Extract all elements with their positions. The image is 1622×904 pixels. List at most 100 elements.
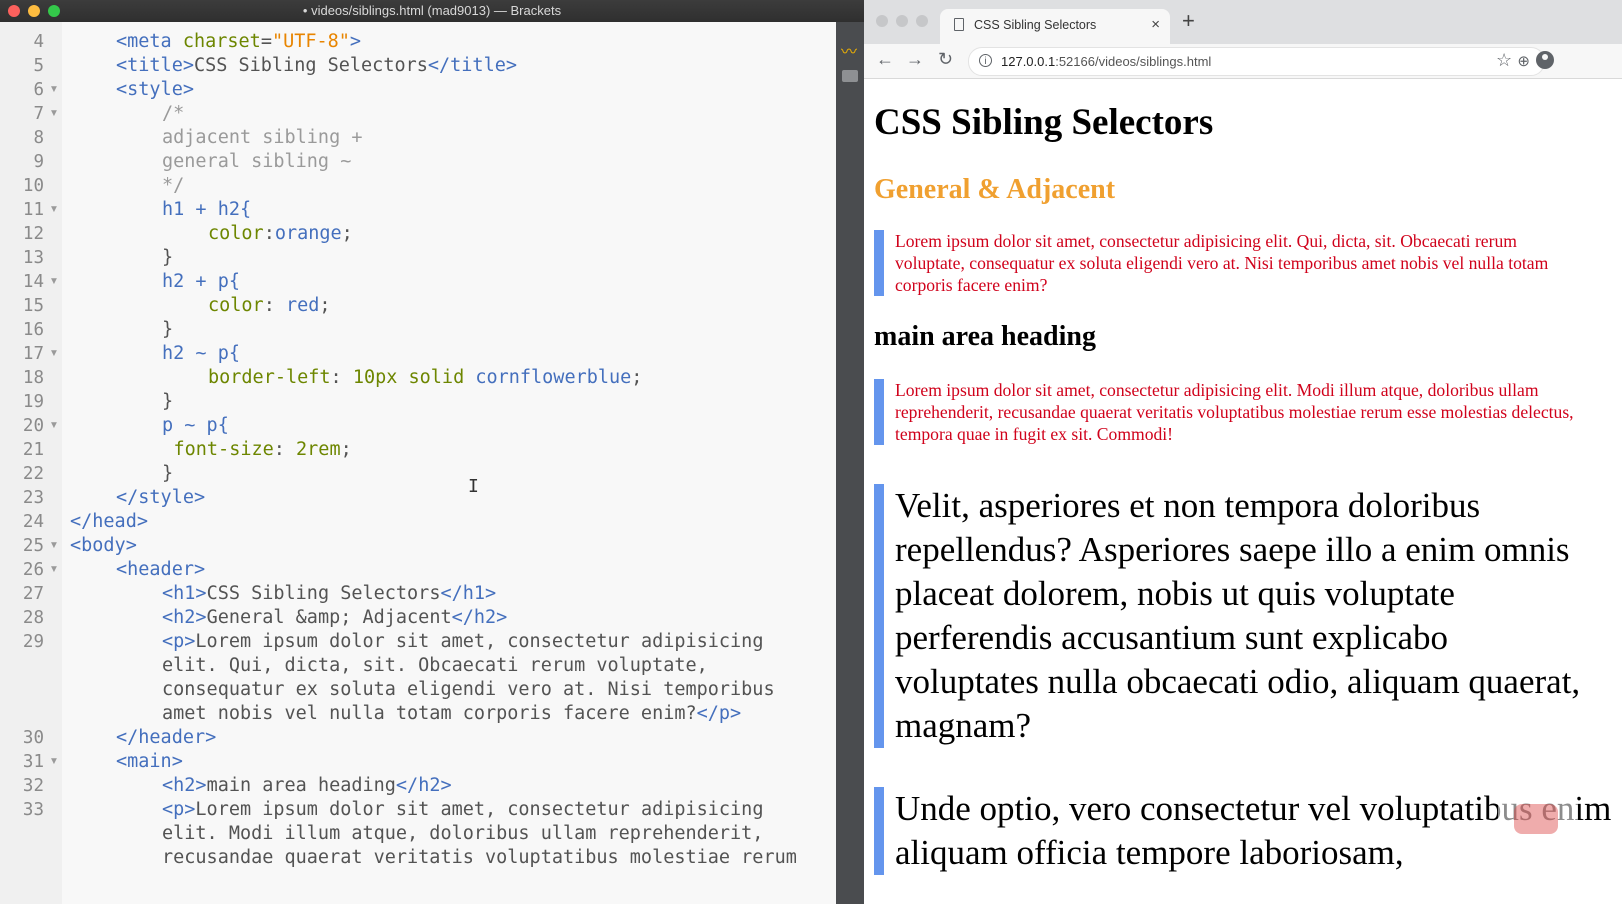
line-number: 32 — [22, 776, 44, 796]
page-title: CSS Sibling Selectors — [874, 102, 1214, 143]
line-number: 25 — [22, 536, 44, 556]
editor-window: • videos/siblings.html (mad9013) — Brack… — [0, 0, 864, 904]
code-token: </head> — [70, 511, 148, 532]
code-line[interactable]: 19} — [0, 390, 836, 414]
bookmark-star-icon[interactable]: ☆ — [1496, 44, 1512, 76]
back-icon[interactable]: ← — [876, 44, 894, 74]
code-line[interactable]: 15 color: red; — [0, 294, 836, 318]
browser-minimize-button[interactable] — [896, 15, 908, 27]
code-line[interactable]: 27 <h1>CSS Sibling Selectors</h1> — [0, 582, 836, 606]
code-text: h2 + p{ — [162, 270, 240, 294]
forward-icon[interactable]: → — [906, 44, 924, 74]
code-line[interactable]: 23 </style> — [0, 486, 836, 510]
browser-close-button[interactable] — [876, 15, 888, 27]
code-text: <header> — [116, 558, 205, 582]
code-token: = — [260, 31, 272, 52]
profile-avatar-icon[interactable] — [1536, 51, 1554, 69]
code-token: </h2> — [451, 607, 508, 628]
new-tab-button[interactable]: + — [1182, 8, 1195, 34]
code-text: border-left: 10px solid cornflowerblue; — [208, 366, 642, 390]
code-token: > — [349, 31, 362, 52]
code-line[interactable]: 4 <meta charset="UTF-8"> — [0, 30, 836, 54]
code-line[interactable]: consequatur ex soluta eligendi vero at. … — [0, 678, 836, 702]
code-token: h1 + h2{ — [162, 199, 252, 220]
code-token: } — [162, 463, 174, 484]
line-number: 31 — [22, 752, 44, 772]
code-line[interactable]: 29 <p>Lorem ipsum dolor sit amet, consect… — [0, 630, 836, 654]
code-token: </h1> — [440, 583, 497, 604]
code-line[interactable]: 32 <h2>main area heading</h2> — [0, 774, 836, 798]
code-line[interactable]: 26 ▼ <header> — [0, 558, 836, 582]
code-line[interactable]: 5 <title>CSS Sibling Selectors</title> — [0, 54, 836, 78]
zoom-window-button[interactable] — [48, 5, 60, 17]
live-preview-icon[interactable]: 〰 — [841, 38, 857, 62]
code-text: } — [162, 318, 173, 342]
code-token: Lorem ipsum dolor sit amet, consectetur … — [195, 631, 764, 652]
code-token: ; — [631, 367, 643, 388]
reload-icon[interactable]: ↻ — [938, 44, 953, 74]
code-token: amet nobis vel nulla totam corporis face… — [162, 703, 697, 724]
code-line[interactable]: 10 */ — [0, 174, 836, 198]
code-line[interactable]: 9 general sibling ~ — [0, 150, 836, 174]
line-number: 14 — [22, 272, 44, 292]
code-token: ; — [319, 295, 331, 316]
code-line[interactable]: 21 font-size: 2rem; — [0, 438, 836, 462]
close-tab-icon[interactable]: × — [1151, 9, 1160, 41]
minimize-window-button[interactable] — [28, 5, 40, 17]
code-line[interactable]: 17 ▼ h2 ~ p{ — [0, 342, 836, 366]
fold-arrow-icon[interactable]: ▼ — [49, 558, 59, 582]
code-text: } — [162, 390, 173, 414]
fold-arrow-icon[interactable]: ▼ — [49, 534, 59, 558]
code-line[interactable]: 8 adjacent sibling + — [0, 126, 836, 150]
code-text: p ~ p{ — [162, 414, 229, 438]
fold-arrow-icon[interactable]: ▼ — [49, 102, 59, 126]
address-bar[interactable]: i 127.0.0.1:52166/videos/siblings.html ⊕ — [968, 47, 1545, 76]
fold-arrow-icon[interactable]: ▼ — [49, 342, 59, 366]
tab-css-sibling-selectors[interactable]: CSS Sibling Selectors × — [940, 9, 1170, 44]
code-line[interactable]: 7 ▼ /* — [0, 102, 836, 126]
line-number: 7 — [33, 104, 44, 124]
code-text: </style> — [116, 486, 205, 510]
subscribe-watermark[interactable]: Subscribe — [1498, 792, 1578, 862]
code-line[interactable]: 11 ▼ h1 + h2{ — [0, 198, 836, 222]
line-number: 20 — [22, 416, 44, 436]
code-line[interactable]: amet nobis vel nulla totam corporis face… — [0, 702, 836, 726]
page-viewport: CSS Sibling Selectors General & Adjacent… — [864, 79, 1622, 904]
code-line[interactable]: 30 </header> — [0, 726, 836, 750]
fold-arrow-icon[interactable]: ▼ — [49, 750, 59, 774]
close-window-button[interactable] — [8, 5, 20, 17]
code-token: </style> — [116, 487, 206, 508]
zoom-icon[interactable]: ⊕ — [1517, 48, 1530, 75]
extension-manager-icon[interactable] — [842, 70, 858, 82]
code-editor[interactable]: 4 <meta charset="UTF-8"> 5 <title>CSS Sibli… — [0, 22, 836, 904]
fold-arrow-icon[interactable]: ▼ — [49, 78, 59, 102]
code-line[interactable]: 6 ▼ <style> — [0, 78, 836, 102]
code-text: h2 ~ p{ — [162, 342, 240, 366]
line-number: 6 — [33, 80, 44, 100]
code-line[interactable]: elit. Modi illum atque, doloribus ullam … — [0, 822, 836, 846]
fold-arrow-icon[interactable]: ▼ — [49, 270, 59, 294]
code-line[interactable]: 16} — [0, 318, 836, 342]
code-line[interactable]: 33 <p>Lorem ipsum dolor sit amet, consect… — [0, 798, 836, 822]
site-info-icon[interactable]: i — [979, 54, 992, 67]
main-paragraph-1: Lorem ipsum dolor sit amet, consectetur … — [874, 379, 1590, 445]
code-line[interactable]: elit. Qui, dicta, sit. Obcaecati rerum v… — [0, 654, 836, 678]
browser-zoom-button[interactable] — [916, 15, 928, 27]
fold-arrow-icon[interactable]: ▼ — [49, 198, 59, 222]
code-token: <title> — [116, 55, 194, 76]
code-text: /* — [162, 102, 184, 126]
code-line[interactable]: 25 ▼ <body> — [0, 534, 836, 558]
code-line[interactable]: 18 border-left: 10px solid cornflowerblue… — [0, 366, 836, 390]
code-line[interactable]: 14 ▼ h2 + p{ — [0, 270, 836, 294]
code-line[interactable]: 28 <h2>General &amp; Adjacent</h2> — [0, 606, 836, 630]
code-line[interactable]: 13} — [0, 246, 836, 270]
code-line[interactable]: 20 ▼ p ~ p{ — [0, 414, 836, 438]
code-line[interactable]: 22} — [0, 462, 836, 486]
code-line[interactable]: 31 ▼ <main> — [0, 750, 836, 774]
code-token: adjacent sibling + — [162, 127, 363, 148]
line-number: 11 — [22, 200, 44, 220]
code-line[interactable]: recusandae quaerat veritatis voluptatibu… — [0, 846, 836, 870]
code-line[interactable]: 24 </head> — [0, 510, 836, 534]
code-line[interactable]: 12 color:orange; — [0, 222, 836, 246]
fold-arrow-icon[interactable]: ▼ — [49, 414, 59, 438]
